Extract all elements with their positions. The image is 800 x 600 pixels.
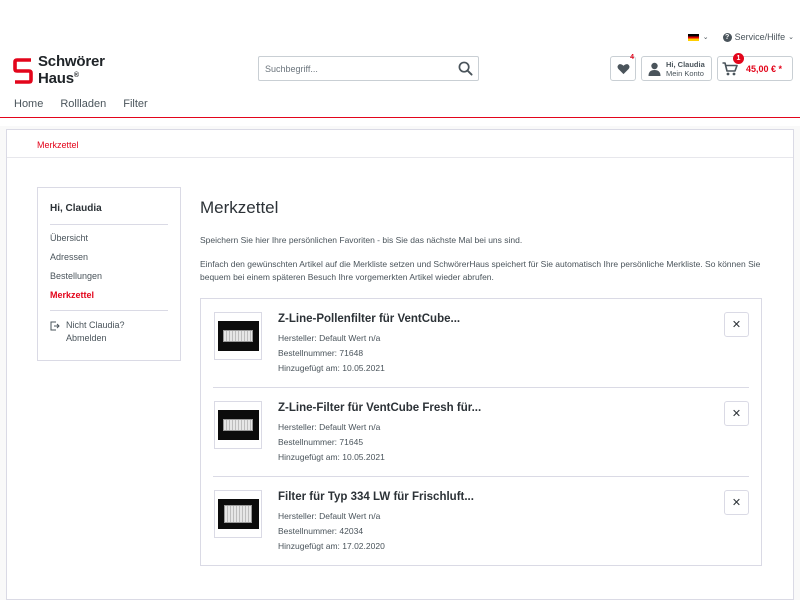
filter-graphic	[223, 330, 253, 342]
cart-amount: 45,00 € *	[746, 63, 783, 74]
product-image[interactable]	[214, 401, 262, 449]
account-sidebar: Hi, Claudia Übersicht Adressen Bestellun…	[37, 187, 181, 361]
german-flag-icon	[687, 33, 699, 41]
logout-line-2: Abmelden	[66, 333, 107, 343]
logo-line-2: Haus®	[38, 69, 105, 86]
item-order-number: Bestellnummer: 71648	[278, 348, 364, 358]
wishlist-button[interactable]: 4	[610, 54, 636, 81]
sidebar-item-uebersicht[interactable]: Übersicht	[50, 233, 168, 243]
item-info: Filter für Typ 334 LW für Frischluft... …	[278, 491, 474, 554]
service-menu[interactable]: ? Service/Hilfe ⌄	[722, 32, 794, 42]
wishlist-items: Z-Line-Pollenfilter für VentCube... Hers…	[200, 298, 762, 566]
nav-item-filter[interactable]: Filter	[123, 98, 147, 110]
search-box	[258, 56, 479, 81]
sidebar-item-adressen[interactable]: Adressen	[50, 252, 168, 262]
breadcrumb-current[interactable]: Merkzettel	[37, 140, 79, 150]
wishlist-count: 4	[630, 54, 634, 61]
search-button[interactable]	[452, 57, 478, 80]
remove-button[interactable]: ✕	[724, 401, 749, 426]
item-order-number: Bestellnummer: 71645	[278, 437, 364, 447]
remove-button[interactable]: ✕	[724, 490, 749, 515]
service-label: Service/Hilfe	[734, 32, 786, 42]
item-added-date: Hinzugefügt am: 10.05.2021	[278, 452, 385, 462]
account-greeting: Hi, Claudia	[666, 59, 705, 69]
filter-graphic	[223, 419, 253, 431]
item-added-date: Hinzugefügt am: 10.05.2021	[278, 363, 385, 373]
item-manufacturer: Hersteller: Default Wert n/a	[278, 422, 381, 432]
list-item: Filter für Typ 334 LW für Frischluft... …	[213, 477, 749, 566]
nav-item-rollladen[interactable]: Rollladen	[60, 98, 106, 110]
content-card: Merkzettel Hi, Claudia Übersicht Adresse…	[6, 129, 794, 600]
list-item: Z-Line-Pollenfilter für VentCube... Hers…	[213, 299, 749, 388]
filter-graphic	[224, 505, 252, 523]
close-icon: ✕	[731, 408, 742, 420]
account-text: Hi, Claudia Mein Konto	[666, 60, 705, 78]
product-photo	[217, 321, 259, 351]
sidebar-greeting: Hi, Claudia	[50, 203, 102, 214]
logout-text: Nicht Claudia? Abmelden	[66, 319, 125, 345]
item-added-date: Hinzugefügt am: 17.02.2020	[278, 541, 385, 551]
logo-wordmark: Schwörer Haus®	[38, 53, 105, 86]
main-content: Merkzettel Speichern Sie hier Ihre persö…	[200, 198, 770, 566]
account-button[interactable]: Hi, Claudia Mein Konto	[641, 56, 712, 81]
logo-mark-icon	[13, 57, 33, 84]
list-item: Z-Line-Filter für VentCube Fresh für... …	[213, 388, 749, 477]
product-photo	[217, 499, 259, 529]
sidebar-item-merkzettel[interactable]: Merkzettel	[50, 290, 168, 300]
cart-count-badge: 1	[733, 53, 744, 64]
item-title[interactable]: Filter für Typ 334 LW für Frischluft...	[278, 491, 474, 503]
account-sub: Mein Konto	[666, 68, 704, 78]
divider	[50, 310, 168, 311]
site-header: ⌄ ? Service/Hilfe ⌄ Schwörer Haus® 4	[0, 0, 800, 118]
nav-item-home[interactable]: Home	[14, 98, 43, 110]
logout-icon	[50, 321, 60, 331]
product-photo	[217, 410, 259, 440]
item-manufacturer: Hersteller: Default Wert n/a	[278, 511, 381, 521]
item-order-number: Bestellnummer: 42034	[278, 526, 364, 536]
product-image[interactable]	[214, 490, 262, 538]
logout-line-1: Nicht Claudia?	[66, 320, 125, 330]
divider	[50, 224, 168, 225]
logo-line-1: Schwörer	[38, 53, 105, 70]
item-title[interactable]: Z-Line-Filter für VentCube Fresh für...	[278, 402, 481, 414]
remove-button[interactable]: ✕	[724, 312, 749, 337]
sidebar-item-bestellungen[interactable]: Bestellungen	[50, 271, 168, 281]
chevron-down-icon: ⌄	[702, 34, 709, 41]
search-icon	[458, 61, 473, 76]
user-icon	[648, 62, 661, 76]
close-icon: ✕	[731, 497, 742, 509]
chevron-down-icon: ⌄	[788, 34, 794, 41]
logout-link[interactable]: Nicht Claudia? Abmelden	[50, 319, 168, 345]
search-input[interactable]	[259, 57, 452, 80]
item-info: Z-Line-Pollenfilter für VentCube... Hers…	[278, 313, 460, 376]
intro-text-2: Einfach den gewünschten Artikel auf die …	[200, 259, 761, 282]
breadcrumb-divider	[7, 157, 793, 158]
page-title: Merkzettel	[200, 198, 279, 217]
registered-mark: ®	[73, 72, 79, 79]
schwoerer-haus-logo[interactable]: Schwörer Haus®	[12, 53, 105, 86]
close-icon: ✕	[731, 319, 742, 331]
item-info: Z-Line-Filter für VentCube Fresh für... …	[278, 402, 481, 465]
item-title[interactable]: Z-Line-Pollenfilter für VentCube...	[278, 313, 460, 325]
main-navigation: Home Rollladen Filter	[14, 98, 148, 110]
product-image[interactable]	[214, 312, 262, 360]
top-utility-nav: ⌄ ? Service/Hilfe ⌄	[687, 32, 794, 42]
item-manufacturer: Hersteller: Default Wert n/a	[278, 333, 381, 343]
cart-button[interactable]: 1 45,00 € *	[717, 53, 793, 81]
heart-icon	[617, 63, 629, 74]
language-switcher[interactable]: ⌄	[687, 33, 709, 41]
question-icon: ?	[722, 32, 732, 42]
logo-line-2-text: Haus	[38, 70, 74, 87]
intro-text-1: Speichern Sie hier Ihre persönlichen Fav…	[200, 235, 523, 245]
